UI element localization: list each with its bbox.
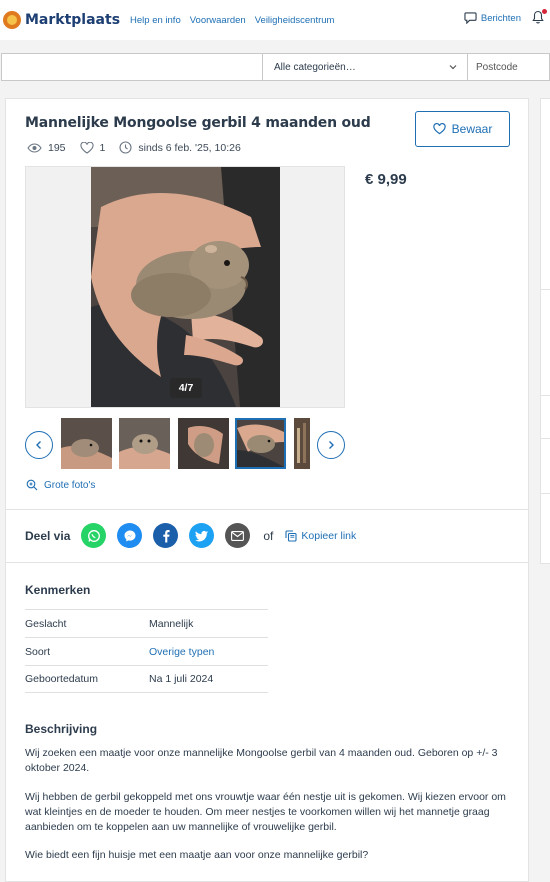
description-paragraph: Wij zoeken een maatje voor onze mannelij… (25, 747, 498, 774)
posted-date: sinds 6 feb. '25, 10:26 (138, 141, 241, 154)
zoom-in-icon (26, 479, 38, 491)
whatsapp-icon (87, 529, 100, 542)
characteristic-row: Geslacht Mannelijk (25, 609, 268, 637)
copy-link-label: Kopieer link (301, 529, 357, 542)
photo-thumbnail-1[interactable] (61, 418, 112, 469)
characteristic-key: Soort (25, 645, 51, 658)
messenger-share-button[interactable] (117, 523, 143, 548)
big-photos-label: Grote foto's (44, 479, 96, 491)
clock-icon (119, 141, 132, 154)
divider (541, 289, 550, 290)
description-paragraph: Wie biedt een fijn huisje met een maatje… (25, 849, 369, 861)
facebook-icon (163, 529, 170, 542)
chat-icon (464, 12, 477, 24)
favorites-stat: 1 (79, 141, 106, 154)
description-paragraph: Wij hebben de gerbil gekoppeld met ons v… (25, 791, 506, 833)
terms-link[interactable]: Voorwaarden (190, 15, 246, 26)
postcode-input[interactable]: Postcode (468, 53, 550, 81)
search-input[interactable] (1, 53, 263, 81)
next-photo-button[interactable] (317, 431, 345, 459)
email-share-button[interactable] (225, 523, 251, 548)
gerbil-photo-image (91, 167, 280, 407)
divider (6, 562, 528, 563)
messages-button[interactable]: Berichten (464, 12, 521, 24)
copy-link-button[interactable]: Kopieer link (285, 530, 356, 542)
twitter-share-button[interactable] (189, 523, 215, 548)
save-label: Bewaar (451, 122, 493, 136)
help-link[interactable]: Help en info (130, 15, 181, 26)
top-bar: Marktplaats Help en info Voorwaarden Vei… (0, 0, 550, 40)
thumbnail-image (237, 420, 284, 467)
views-stat: 195 (27, 142, 66, 154)
listing-stats: 195 1 sinds 6 feb. '25, 10:26 (27, 141, 255, 154)
logo-icon (3, 11, 21, 29)
photo-counter: 4/7 (170, 378, 202, 398)
characteristic-row: Geboortedatum Na 1 juli 2024 (25, 665, 268, 693)
views-count: 195 (48, 141, 66, 154)
logo-text: Marktplaats (25, 12, 121, 28)
photo-thumbnail-3[interactable] (178, 418, 229, 469)
divider (541, 395, 550, 396)
photo-thumbnail-2[interactable] (119, 418, 170, 469)
or-text: of (263, 528, 274, 543)
characteristic-value: Mannelijk (149, 617, 194, 630)
save-button[interactable]: Bewaar (415, 111, 510, 147)
posted-date-stat: sinds 6 feb. '25, 10:26 (119, 141, 241, 154)
whatsapp-share-button[interactable] (81, 523, 107, 548)
characteristic-value: Na 1 juli 2024 (149, 673, 214, 685)
divider (541, 493, 550, 494)
listing-title: Mannelijke Mongoolse gerbil 4 maanden ou… (25, 115, 371, 131)
thumbnail-image (119, 418, 170, 469)
photo-thumbnail-4[interactable] (235, 418, 286, 469)
mail-icon (231, 530, 245, 541)
big-photos-link[interactable]: Grote foto's (26, 479, 95, 491)
messenger-icon (124, 530, 136, 541)
category-select[interactable]: Alle categorieën… (263, 53, 468, 81)
previous-photo-button[interactable] (25, 431, 53, 459)
heart-outline-icon (432, 123, 446, 135)
thumbnail-image (294, 418, 310, 469)
species-link[interactable]: Overige typen (149, 646, 214, 658)
safety-center-link[interactable]: Veiligheidscentrum (255, 15, 335, 26)
chevron-down-icon (449, 65, 457, 70)
twitter-icon (194, 530, 208, 541)
facebook-share-button[interactable] (153, 523, 179, 548)
thumbnail-image (61, 418, 112, 469)
characteristic-row: Soort Overige typen (25, 637, 268, 665)
favorites-count: 1 (99, 141, 106, 154)
price: € 9,99 (365, 171, 407, 188)
photo-carousel[interactable]: 4/7 (25, 166, 345, 408)
thumbnail-image (178, 418, 229, 469)
chevron-right-icon (329, 441, 334, 449)
marktplaats-logo[interactable]: Marktplaats (3, 11, 120, 29)
seller-card-edge (540, 98, 550, 564)
copy-icon (285, 529, 297, 542)
characteristic-key: Geboortedatum (25, 673, 98, 685)
characteristics-title: Kenmerken (25, 583, 91, 597)
category-value: Alle categorieën… (274, 61, 356, 73)
eye-icon (27, 142, 42, 153)
characteristic-key: Geslacht (25, 617, 67, 630)
messages-label: Berichten (480, 12, 521, 24)
description-title: Beschrijving (25, 722, 98, 736)
listing-card: Mannelijke Mongoolse gerbil 4 maanden ou… (5, 98, 529, 882)
divider (6, 509, 528, 510)
main-photo[interactable] (91, 167, 280, 407)
share-label: Deel via (25, 528, 71, 543)
search-bar: Alle categorieën… Postcode (1, 53, 550, 81)
divider (541, 438, 550, 439)
notification-dot (542, 9, 547, 14)
photo-thumbnail-5[interactable] (294, 418, 310, 469)
chevron-left-icon (36, 441, 41, 449)
share-row: Deel via of Kopieer link (25, 523, 356, 548)
heart-icon (79, 141, 94, 154)
